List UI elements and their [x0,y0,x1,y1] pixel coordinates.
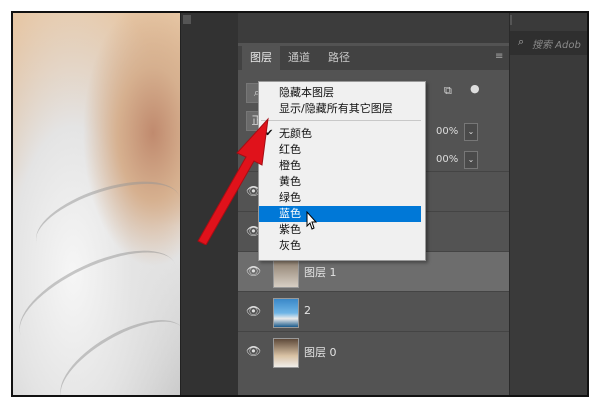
layer-name[interactable]: 2 [304,304,311,317]
tab-paths[interactable]: 路径 [320,46,358,70]
layer-thumbnail [273,258,299,288]
menu-item-color-red[interactable]: 红色 [259,142,421,158]
menu-item-color-violet[interactable]: 紫色 [259,222,421,238]
annotation-arrow [197,117,269,245]
menu-item-toggle-other-layers[interactable]: 显示/隐藏所有其它图层 [259,101,421,117]
search-input[interactable]: ⌕ 搜索 Adob [510,31,587,55]
layer-thumbnail [273,338,299,368]
menu-separator [261,120,421,121]
layer-thumbnail [273,298,299,328]
layer-row[interactable]: 👁 图层 0 [238,331,509,372]
panel-tabs: 图层 通道 路径 ≡ [238,46,509,70]
menu-item-color-none[interactable]: 无颜色 [259,126,421,142]
smart-object-filter-icon[interactable]: ⧉ [444,84,452,98]
search-icon: ⌕ [518,35,525,48]
menu-item-color-blue[interactable]: 蓝色 [259,206,421,222]
layer-name[interactable]: 图层 0 [304,344,337,360]
opacity-value[interactable]: 00% [436,126,458,137]
mouse-cursor-icon [306,211,318,230]
panel-collapse-handle[interactable] [183,15,191,24]
eye-icon[interactable]: 👁 [246,344,261,358]
layer-context-menu: 隐藏本图层 显示/隐藏所有其它图层 ✔ 无颜色 红色 橙色 黄色 绿色 蓝色 紫… [258,81,426,261]
filter-toggle-icon[interactable]: ● [470,82,480,95]
menu-item-color-orange[interactable]: 橙色 [259,158,421,174]
layer-row[interactable]: 👁 2 [238,291,509,332]
tab-channels[interactable]: 通道 [280,46,318,70]
menu-item-color-yellow[interactable]: 黄色 [259,174,421,190]
panel-menu-icon[interactable]: ≡ [495,52,505,62]
fill-value[interactable]: 00% [436,154,458,165]
panel-topbar [238,13,509,43]
eye-icon[interactable]: 👁 [246,264,261,278]
menu-item-color-gray[interactable]: 灰色 [259,238,421,254]
tab-layers[interactable]: 图层 [242,46,280,70]
canvas-photo [13,13,200,395]
opacity-dropdown-chevron-down-icon[interactable]: ⌄ [464,123,478,141]
menu-item-hide-layer[interactable]: 隐藏本图层 [259,85,421,101]
divider [510,15,512,25]
eye-icon[interactable]: 👁 [246,304,261,318]
menu-item-color-green[interactable]: 绿色 [259,190,421,206]
right-panel-column: ⌕ 搜索 Adob [509,13,587,395]
layer-name[interactable]: 图层 1 [304,264,337,280]
fill-dropdown-chevron-down-icon[interactable]: ⌄ [464,151,478,169]
search-placeholder: 搜索 Adob [532,40,581,51]
